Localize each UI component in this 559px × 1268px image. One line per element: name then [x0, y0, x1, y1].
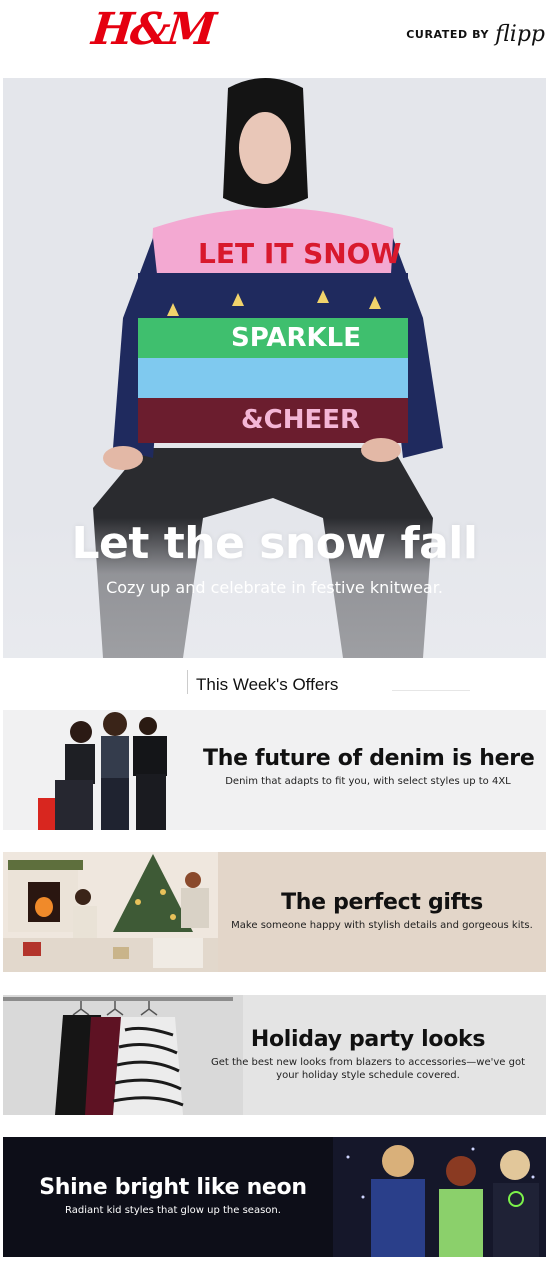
section-title: This Week's Offers — [196, 675, 339, 694]
svg-text:SPARKLE: SPARKLE — [231, 323, 361, 353]
hero-banner[interactable]: LET IT SNOW SPARKLE &CHEER Let the snow … — [3, 78, 546, 658]
offer-description: Denim that adapts to fit you, with selec… — [225, 776, 511, 787]
divider — [392, 690, 470, 691]
svg-text:LET IT SNOW: LET IT SNOW — [198, 237, 401, 270]
offer-card-neon[interactable]: Shine bright like neon Radiant kid style… — [3, 1137, 546, 1257]
offer-text: Holiday party looks Get the best new loo… — [203, 1027, 533, 1082]
curated-by-label: CURATED BY — [406, 28, 490, 41]
curated-by: CURATED BY flipp — [406, 22, 545, 47]
offer-title: The perfect gifts — [281, 890, 483, 915]
offer-text: The perfect gifts Make someone happy wit… — [217, 890, 546, 932]
hero-title: Let the snow fall — [71, 518, 478, 569]
offer-card-denim[interactable]: The future of denim is here Denim that a… — [3, 710, 546, 830]
offer-description: Radiant kid styles that glow up the seas… — [65, 1205, 281, 1216]
offer-text: Shine bright like neon Radiant kid style… — [23, 1175, 323, 1217]
offer-text: The future of denim is here Denim that a… — [203, 746, 535, 788]
header: H&M CURATED BY flipp — [0, 0, 559, 76]
gifts-photo — [3, 852, 218, 972]
svg-text:&CHEER: &CHEER — [241, 405, 360, 435]
offer-title: Holiday party looks — [250, 1027, 486, 1052]
offer-description: Get the best new looks from blazers to a… — [210, 1057, 526, 1081]
offer-description: Make someone happy with stylish details … — [231, 920, 533, 931]
offer-title: The future of denim is here — [203, 746, 535, 771]
flipp-logo[interactable]: flipp — [495, 22, 545, 47]
offer-card-gifts[interactable]: The perfect gifts Make someone happy wit… — [3, 852, 546, 972]
offer-title: Shine bright like neon — [39, 1175, 307, 1200]
offer-card-party[interactable]: Holiday party looks Get the best new loo… — [3, 995, 546, 1115]
hm-logo[interactable]: H&M — [89, 4, 215, 55]
divider — [187, 670, 188, 694]
hero-subtitle: Cozy up and celebrate in festive knitwea… — [106, 578, 443, 597]
denim-photo — [38, 712, 167, 830]
